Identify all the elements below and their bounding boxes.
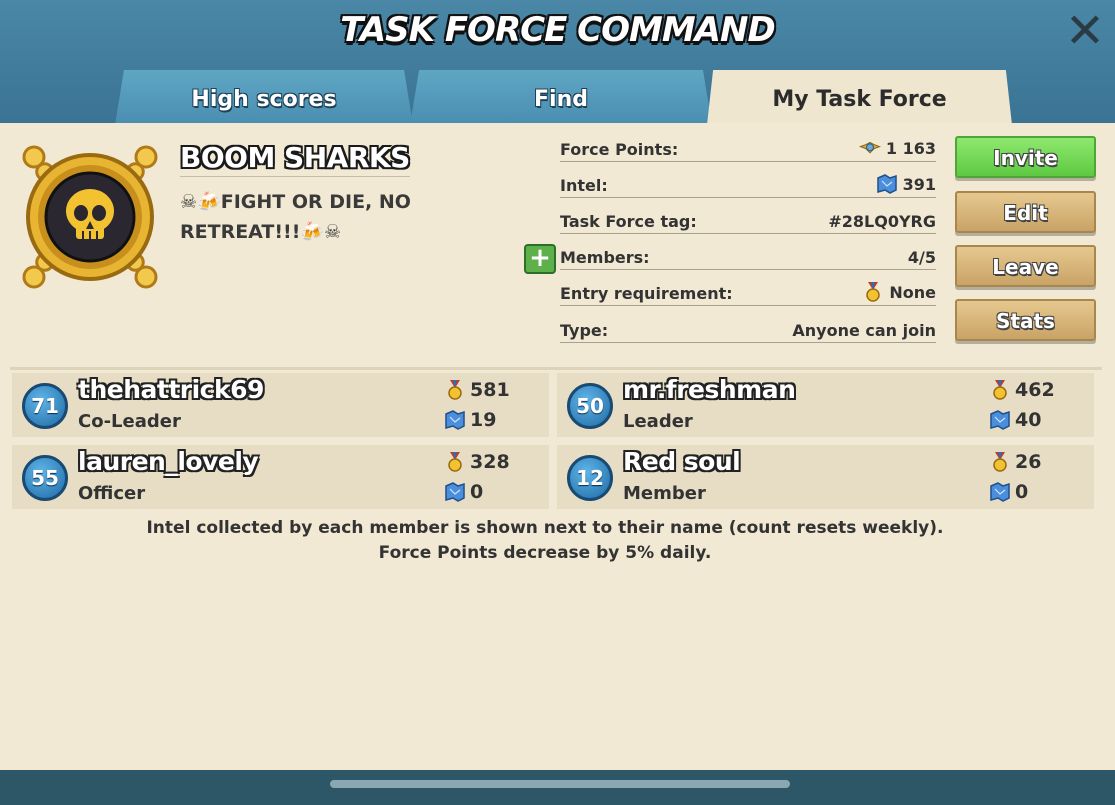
tab-high-scores[interactable]: High scores <box>115 70 413 125</box>
force-points-row: Force Points: 1 163 <box>560 132 936 162</box>
members-value: 4/5 <box>907 248 936 267</box>
member-intel: 19 <box>470 409 497 431</box>
info-note: Intel collected by each member is shown … <box>0 516 1090 566</box>
info-note-line1: Intel collected by each member is shown … <box>146 518 944 538</box>
motto-line2: RETREAT!!! <box>180 221 301 243</box>
member-intel: 40 <box>1015 409 1042 431</box>
task-force-name: BOOM SHARKS <box>180 141 410 174</box>
task-force-motto: ☠🍻FIGHT OR DIE, NO RETREAT!!!🍻☠ <box>180 187 450 247</box>
beer-emoji-icon: 🍻 <box>197 191 221 213</box>
edit-button[interactable]: Edit <box>955 191 1096 233</box>
force-points-label: Force Points: <box>560 140 679 159</box>
level-badge: 12 <box>567 455 613 501</box>
intel-map-icon <box>445 410 465 430</box>
info-note-line2: Force Points decrease by 5% daily. <box>378 543 712 563</box>
tag-row: Task Force tag: #28LQ0YRG <box>560 204 936 234</box>
divider <box>180 176 410 177</box>
medal-icon <box>448 452 462 472</box>
member-role: Officer <box>78 483 146 504</box>
beer-emoji-icon: 🍻 <box>300 221 325 243</box>
entry-requirement-label: Entry requirement: <box>560 284 733 303</box>
level-badge: 50 <box>567 383 613 429</box>
motto-line1: FIGHT OR DIE, NO <box>220 191 411 213</box>
type-row: Type: Anyone can join <box>560 313 936 343</box>
skull-emoji-icon: ☠ <box>324 221 342 243</box>
member-card[interactable]: 71 thehattrick69 Co-Leader 581 19 <box>12 373 549 437</box>
member-card[interactable]: 12 Red soul Member 26 0 <box>557 445 1094 509</box>
skull-crossbones-emblem <box>10 137 170 297</box>
intel-row: Intel: 391 <box>560 168 936 198</box>
type-value: Anyone can join <box>792 321 936 340</box>
intel-label: Intel: <box>560 176 608 195</box>
page-title: TASK FORCE COMMAND <box>340 10 775 50</box>
member-card[interactable]: 50 mr.freshman Leader 462 40 <box>557 373 1094 437</box>
member-intel: 0 <box>1015 481 1029 503</box>
level-badge: 55 <box>22 455 68 501</box>
member-name: thehattrick69 <box>78 375 264 404</box>
tag-value: #28LQ0YRG <box>828 212 936 231</box>
home-indicator[interactable] <box>330 780 790 788</box>
member-intel: 0 <box>470 481 484 503</box>
force-points-icon <box>858 141 881 154</box>
invite-button[interactable]: Invite <box>955 136 1096 178</box>
medal-icon <box>993 452 1007 472</box>
member-name: lauren_lovely <box>78 447 259 476</box>
entry-requirement-row: Entry requirement: None <box>560 276 936 306</box>
leave-button[interactable]: Leave <box>955 245 1096 287</box>
member-medals: 462 <box>1015 379 1055 401</box>
intel-map-icon <box>876 174 897 194</box>
members-label: Members: <box>560 248 650 267</box>
medal-icon <box>448 380 462 400</box>
tab-find[interactable]: Find <box>410 70 712 125</box>
force-points-value: 1 163 <box>885 138 936 158</box>
intel-map-icon <box>990 410 1010 430</box>
member-role: Co-Leader <box>78 411 181 432</box>
member-medals: 328 <box>470 451 510 473</box>
stats-button[interactable]: Stats <box>955 299 1096 341</box>
intel-map-icon <box>990 482 1010 502</box>
intel-value: 391 <box>902 174 936 194</box>
medal-icon <box>993 380 1007 400</box>
member-card[interactable]: 55 lauren_lovely Officer 328 0 <box>12 445 549 509</box>
member-role: Member <box>623 483 706 504</box>
members-row: Members: 4/5 <box>560 240 936 270</box>
tag-label: Task Force tag: <box>560 212 697 231</box>
member-name: Red soul <box>623 447 741 476</box>
add-member-button[interactable]: + <box>524 244 556 274</box>
intel-map-icon <box>445 482 465 502</box>
member-name: mr.freshman <box>623 375 796 404</box>
level-badge: 71 <box>22 383 68 429</box>
tab-my-task-force[interactable]: My Task Force <box>707 70 1012 125</box>
entry-requirement-value: None <box>889 282 936 302</box>
close-icon[interactable]: ✕ <box>1062 7 1108 55</box>
skull-emoji-icon: ☠ <box>180 191 198 213</box>
member-medals: 26 <box>1015 451 1042 473</box>
medal-icon <box>866 282 881 302</box>
member-medals: 581 <box>470 379 510 401</box>
type-label: Type: <box>560 321 609 340</box>
member-list: 71 thehattrick69 Co-Leader 581 19 50 mr.… <box>10 367 1102 509</box>
member-role: Leader <box>623 411 693 432</box>
